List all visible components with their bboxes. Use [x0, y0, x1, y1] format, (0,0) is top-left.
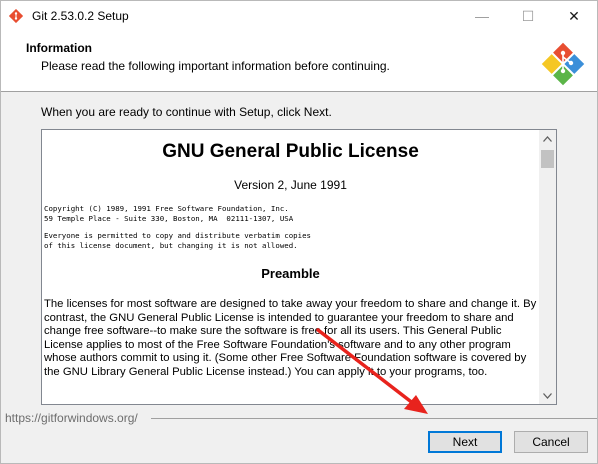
next-button[interactable]: Next: [428, 431, 502, 453]
page-title: Information: [26, 41, 92, 55]
license-content: GNU General Public License Version 2, Ju…: [42, 130, 539, 404]
gitforwindows-link[interactable]: https://gitforwindows.org/: [5, 411, 138, 425]
vertical-scrollbar[interactable]: [539, 130, 556, 404]
scroll-up-icon[interactable]: [539, 130, 556, 147]
intro-text: When you are ready to continue with Setu…: [41, 105, 332, 119]
window-title: Git 2.53.0.2 Setup: [32, 9, 129, 23]
title-bar[interactable]: Git 2.53.0.2 Setup — ☐ ✕: [1, 1, 597, 31]
git-logo-icon: [541, 42, 585, 86]
license-permission: Everyone is permitted to copy and distri…: [44, 231, 311, 250]
setup-window: Git 2.53.0.2 Setup — ☐ ✕ Information Ple…: [0, 0, 598, 464]
scrollbar-thumb[interactable]: [541, 150, 554, 168]
minimize-icon[interactable]: —: [459, 1, 505, 31]
license-title: GNU General Public License: [162, 141, 419, 162]
git-logo-icon: [9, 9, 23, 23]
page-header: Information Please read the following im…: [1, 31, 597, 92]
scroll-down-icon[interactable]: [539, 387, 556, 404]
cancel-button[interactable]: Cancel: [514, 431, 588, 453]
license-version: Version 2, June 1991: [234, 178, 347, 192]
footer-divider: [151, 418, 597, 419]
license-copyright: Copyright (C) 1989, 1991 Free Software F…: [44, 204, 294, 223]
close-icon[interactable]: ✕: [551, 1, 597, 31]
preamble-heading: Preamble: [261, 266, 320, 281]
page-subtitle: Please read the following important info…: [41, 59, 390, 73]
maximize-icon[interactable]: ☐: [505, 1, 551, 31]
license-textbox[interactable]: GNU General Public License Version 2, Ju…: [41, 129, 557, 405]
preamble-text: The licenses for most software are desig…: [44, 298, 537, 378]
